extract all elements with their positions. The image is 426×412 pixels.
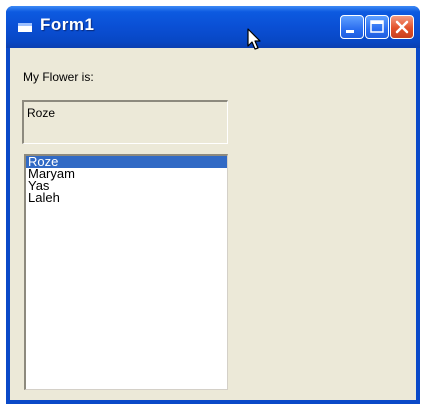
list-item-maryam[interactable]: Maryam: [26, 167, 227, 180]
minimize-icon: [346, 30, 354, 33]
mouse-pointer-icon: [247, 28, 261, 50]
close-icon: [395, 20, 409, 34]
flower-label: My Flower is:: [23, 70, 94, 84]
flower-listbox[interactable]: Roze Maryam Yas Laleh: [24, 154, 228, 390]
title-bar[interactable]: Form1: [6, 6, 420, 48]
maximize-icon: [370, 20, 384, 33]
form1-window: Form1 My Flower is: Roze Roze Maryam Yas…: [6, 6, 420, 404]
app-icon[interactable]: [18, 20, 32, 32]
list-item-laleh[interactable]: Laleh: [26, 191, 227, 204]
flower-textbox[interactable]: Roze: [22, 100, 228, 144]
form-client-area: My Flower is: Roze Roze Maryam Yas Laleh: [10, 48, 416, 400]
minimize-button[interactable]: [340, 15, 364, 39]
window-title: Form1: [40, 15, 95, 34]
maximize-button[interactable]: [365, 15, 389, 39]
textbox-value: Roze: [27, 106, 56, 120]
close-button[interactable]: [390, 15, 414, 39]
